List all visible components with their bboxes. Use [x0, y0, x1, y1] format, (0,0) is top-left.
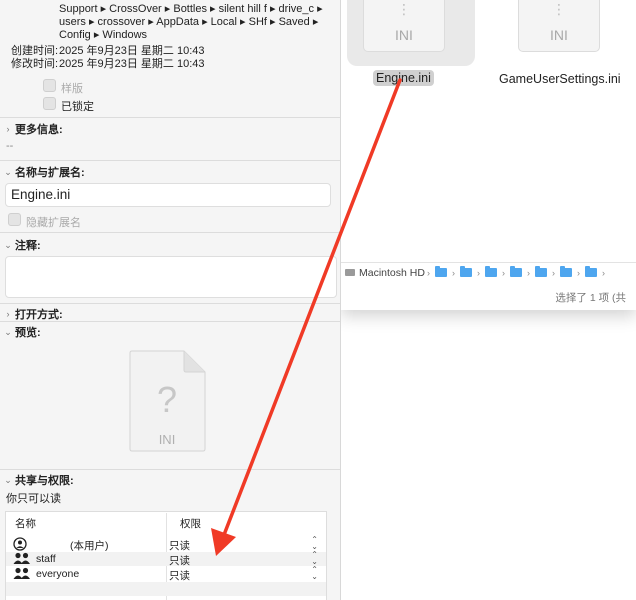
chevron-down-icon: ⌄ [4, 166, 12, 177]
filename-field[interactable]: Engine.ini [5, 183, 331, 207]
where-line-3: Config ▸ Windows [59, 29, 148, 41]
table-row[interactable]: everyone 只读 ⌃ ⌄ [6, 566, 326, 582]
chevron-down-icon: ⌄ [4, 239, 12, 250]
section-name-extension[interactable]: ⌄ 名称与扩展名: [3, 164, 84, 180]
hard-drive-icon [345, 269, 355, 276]
status-text: 选择了 1 项 (共 [555, 292, 626, 304]
divider [0, 117, 340, 118]
where-line-2: users ▸ crossover ▸ AppData ▸ Local ▸ SH… [59, 16, 319, 28]
file-name-gameusersettings[interactable]: GameUserSettings.ini [499, 72, 621, 86]
popup-arrows-icon[interactable]: ⌃ ⌄ [311, 536, 318, 551]
stationery-label: 样版 [61, 83, 83, 95]
chevron-down-icon: ⌄ [4, 474, 12, 485]
divider [0, 160, 340, 161]
table-row[interactable]: staff 只读 ⌃ ⌄ [6, 551, 326, 567]
folder-icon[interactable] [534, 266, 547, 277]
svg-text:INI: INI [159, 432, 176, 447]
chevron-right-icon: › [6, 124, 10, 134]
folder-icon[interactable] [584, 266, 597, 277]
doc-fold-mark-icon: ⋮ [552, 1, 566, 17]
popup-arrows-icon[interactable]: ⌃ ⌄ [311, 551, 318, 566]
folder-icon[interactable] [459, 266, 472, 277]
svg-text:?: ? [157, 379, 177, 420]
path-bar: Macintosh HD › › › › › › › › [341, 262, 636, 282]
folder-icon[interactable] [559, 266, 572, 277]
folder-icon[interactable] [509, 266, 522, 277]
hide-extension-checkbox[interactable] [8, 213, 21, 226]
single-user-icon [13, 537, 27, 551]
modified-value: 2025 年9月23日 星期二 10:43 [59, 58, 205, 70]
section-preview[interactable]: ⌄ 预览: [3, 324, 40, 340]
ini-document-icon: ? INI [129, 350, 206, 452]
stationery-checkbox[interactable] [43, 79, 56, 92]
doc-fold-mark-icon: ⋮ [397, 1, 411, 17]
get-info-panel: Support ▸ CrossOver ▸ Bottles ▸ silent h… [0, 0, 341, 600]
divider [0, 321, 340, 322]
locked-checkbox[interactable] [43, 97, 56, 110]
group-icon [13, 567, 30, 579]
where-line-1: Support ▸ CrossOver ▸ Bottles ▸ silent h… [59, 3, 323, 15]
file-name-engine[interactable]: Engine.ini [373, 70, 434, 86]
permission-status: 你只可以读 [6, 493, 61, 505]
folder-icon[interactable] [484, 266, 497, 277]
folder-icon[interactable] [434, 266, 447, 277]
table-row-empty [6, 582, 326, 596]
popup-arrows-icon[interactable]: ⌃ ⌄ [311, 566, 318, 581]
group-icon [13, 552, 30, 564]
path-root[interactable]: Macintosh HD [359, 267, 425, 279]
divider [0, 232, 340, 233]
finder-window: ⋮ INI Engine.ini ⋮ INI GameUserSettings.… [341, 0, 636, 310]
modified-label: 修改时间: [11, 58, 59, 70]
file-icon-engine[interactable]: ⋮ INI [363, 0, 445, 52]
locked-label: 已锁定 [61, 101, 94, 113]
table-row[interactable]: (本用户) 只读 ⌃ ⌄ [6, 536, 326, 552]
chevron-right-icon: › [6, 309, 10, 319]
section-open-with[interactable]: › 打开方式: [3, 306, 63, 322]
column-header-name[interactable]: 名称 [15, 516, 36, 531]
hide-extension-label: 隐藏扩展名 [26, 217, 81, 229]
divider [0, 303, 340, 304]
column-header-privilege[interactable]: 权限 [180, 516, 201, 531]
section-comments[interactable]: ⌄ 注释: [3, 237, 40, 253]
divider [0, 469, 340, 470]
section-sharing-permissions[interactable]: ⌄ 共享与权限: [3, 472, 73, 488]
section-more-info[interactable]: › 更多信息: [3, 121, 63, 137]
more-info-value: -- [6, 140, 14, 152]
chevron-down-icon: ⌄ [4, 326, 12, 337]
comments-field[interactable] [5, 256, 337, 298]
file-icon-gameusersettings[interactable]: ⋮ INI [518, 0, 600, 52]
